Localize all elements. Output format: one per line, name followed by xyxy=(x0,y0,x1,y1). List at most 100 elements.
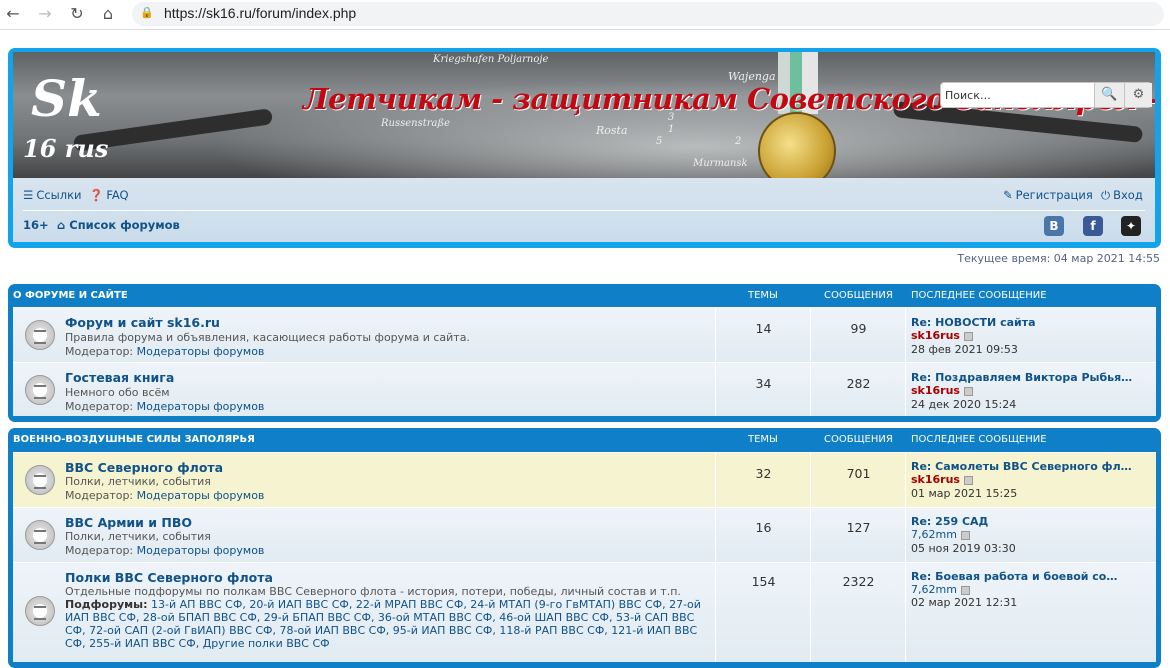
faq-label: FAQ xyxy=(106,188,129,202)
last-post-author[interactable]: sk16rus xyxy=(911,329,973,342)
last-post-link[interactable]: Re: Поздравляем Виктора Рыбья… xyxy=(911,371,1132,384)
map-label: 2 xyxy=(735,136,742,147)
subforums-label: Подфорумы: xyxy=(65,598,148,611)
mod-link[interactable]: Модераторы форумов xyxy=(137,544,265,557)
home-icon: ⌂ xyxy=(57,218,70,232)
forum-row: Гостевая книга Немного обо всём Модерато… xyxy=(13,362,1156,416)
forum-moderator: Модератор: Модераторы форумов xyxy=(65,544,264,557)
goto-post-icon[interactable] xyxy=(960,530,970,540)
goto-post-icon[interactable] xyxy=(960,585,970,595)
site-logo-sub[interactable]: 16 rus xyxy=(23,134,108,163)
search-box[interactable]: Поиск… 🔍 ⚙ xyxy=(940,82,1152,108)
topics-count: 32 xyxy=(755,466,772,481)
forum-title[interactable]: ВВС Армии и ПВО xyxy=(65,515,192,530)
register-link[interactable]: ✎ Регистрация xyxy=(1003,188,1093,202)
search-icon[interactable]: 🔍 xyxy=(1094,83,1124,107)
last-post-title[interactable]: Re: НОВОСТИ сайта xyxy=(911,316,1036,329)
author-link[interactable]: sk16rus xyxy=(911,329,960,342)
author-link[interactable]: sk16rus xyxy=(911,473,960,486)
last-post-link[interactable]: Re: 259 САД xyxy=(911,515,988,528)
age-rating: 16+ xyxy=(23,218,49,232)
vk-icon[interactable]: В xyxy=(1044,216,1064,236)
forum-read-icon xyxy=(25,520,55,550)
col-topics: Темы xyxy=(748,290,778,301)
mod-label: Модератор: xyxy=(65,489,134,502)
forum-row: Полки ВВС Северного флота Отдельные подф… xyxy=(13,562,1156,662)
goto-post-icon[interactable] xyxy=(963,475,973,485)
last-post-author[interactable]: sk16rus xyxy=(911,473,973,486)
forum-title[interactable]: Полки ВВС Северного флота xyxy=(65,570,273,585)
forum-moderator: Модератор: Модераторы форумов xyxy=(65,345,264,358)
col-last-post: Последнее сообщение xyxy=(911,290,1047,301)
category-title[interactable]: Военно-воздушные силы Заполярья xyxy=(13,434,255,445)
last-post-title[interactable]: Re: Боевая работа и боевой со… xyxy=(911,570,1117,583)
category-header: Военно-воздушные силы Заполярья Темы Соо… xyxy=(12,430,1157,448)
navbar: ☰ Ссылки ❓ FAQ ✎ Регистрация ⏻ Вход 16+ ⌂ Сп… xyxy=(13,178,1155,242)
lock-icon[interactable]: 🔒 xyxy=(140,6,154,19)
goto-post-icon[interactable] xyxy=(963,331,973,341)
last-post-title[interactable]: Re: 259 САД xyxy=(911,515,988,528)
forum-read-icon xyxy=(25,375,55,405)
faq-link[interactable]: ❓ FAQ xyxy=(89,188,129,202)
address-bar[interactable]: 🔒 https://sk16.ru/forum/index.php xyxy=(132,2,1164,26)
edit-icon: ✎ xyxy=(1003,188,1013,202)
last-post-link[interactable]: Re: Самолеты ВВС Северного фл… xyxy=(911,460,1132,473)
last-post-author[interactable]: 7,62mm xyxy=(911,528,970,541)
url-text[interactable]: https://sk16.ru/forum/index.php xyxy=(164,5,356,21)
breadcrumb-label: Список форумов xyxy=(69,218,180,232)
last-post-link[interactable]: Re: Боевая работа и боевой со… xyxy=(911,570,1117,583)
login-link[interactable]: ⏻ Вход xyxy=(1101,188,1143,203)
category-title[interactable]: О форуме и сайте xyxy=(13,290,128,301)
posts-count: 99 xyxy=(850,321,867,336)
posts-count: 282 xyxy=(846,376,871,391)
browser-toolbar: ← → ↻ ⌂ 🔒 https://sk16.ru/forum/index.ph… xyxy=(0,0,1170,30)
gear-icon[interactable]: ⚙ xyxy=(1124,83,1152,107)
forum-read-icon xyxy=(25,465,55,495)
help-icon: ❓ xyxy=(89,188,104,202)
forward-icon[interactable]: → xyxy=(34,4,56,24)
site-banner[interactable]: Kriegshafen Poljarnoje Wajenga Russenstr… xyxy=(13,52,1155,178)
mod-link[interactable]: Модераторы форумов xyxy=(137,400,265,413)
facebook-icon[interactable]: f xyxy=(1083,216,1103,236)
forum-title[interactable]: Форум и сайт sk16.ru xyxy=(65,315,220,330)
forum-title[interactable]: Гостевая книга xyxy=(65,370,174,385)
links-menu[interactable]: ☰ Ссылки xyxy=(23,188,82,202)
last-post-title[interactable]: Re: Поздравляем Виктора Рыбья… xyxy=(911,371,1132,384)
last-post-date: 24 дек 2020 15:24 xyxy=(911,398,1017,411)
site-logo[interactable]: Sk xyxy=(31,74,102,124)
home-icon[interactable]: ⌂ xyxy=(97,4,119,24)
posts-count: 127 xyxy=(846,520,871,535)
last-post-author[interactable]: sk16rus xyxy=(911,384,973,397)
topics-count: 16 xyxy=(755,520,772,535)
author-link[interactable]: 7,62mm xyxy=(911,528,957,541)
breadcrumb-forum-list[interactable]: ⌂ Список форумов xyxy=(57,218,180,232)
register-label: Регистрация xyxy=(1015,188,1093,202)
forum-desc: Правила форума и объявления, касающиеся … xyxy=(65,331,470,344)
author-link[interactable]: sk16rus xyxy=(911,384,960,397)
last-post-author[interactable]: 7,62mm xyxy=(911,583,970,596)
forum-row: Форум и сайт sk16.ru Правила форума и об… xyxy=(13,307,1156,362)
social-icon[interactable]: ✦ xyxy=(1121,216,1141,236)
last-post-date: 28 фев 2021 09:53 xyxy=(911,343,1018,356)
col-posts: Сообщения xyxy=(824,434,893,445)
forum-moderator: Модератор: Модераторы форумов xyxy=(65,400,264,413)
forum-title[interactable]: ВВС Северного флота xyxy=(65,460,223,475)
goto-post-icon[interactable] xyxy=(963,386,973,396)
reload-icon[interactable]: ↻ xyxy=(66,4,88,24)
current-time: Текущее время: 04 мар 2021 14:55 xyxy=(957,252,1160,265)
mod-link[interactable]: Модераторы форумов xyxy=(137,345,265,358)
forum-moderator: Модератор: Модераторы форумов xyxy=(65,489,264,502)
topics-count: 154 xyxy=(751,574,776,589)
author-link[interactable]: 7,62mm xyxy=(911,583,957,596)
forum-read-icon xyxy=(25,320,55,350)
search-input[interactable]: Поиск… xyxy=(945,89,991,102)
map-label: Rosta xyxy=(596,124,628,137)
mod-link[interactable]: Модераторы форумов xyxy=(137,489,265,502)
last-post-title[interactable]: Re: Самолеты ВВС Северного фл… xyxy=(911,460,1132,473)
topics-count: 14 xyxy=(755,321,772,336)
last-post-link[interactable]: Re: НОВОСТИ сайта xyxy=(911,316,1036,329)
subforum-links[interactable]: 13-й АП ВВС СФ, 20-й ИАП ВВС СФ, 22-й МР… xyxy=(65,598,701,650)
category-block: О форуме и сайте Темы Сообщения Последне… xyxy=(8,284,1161,422)
subforums-list[interactable]: Подфорумы: 13-й АП ВВС СФ, 20-й ИАП ВВС … xyxy=(65,598,715,650)
back-icon[interactable]: ← xyxy=(2,4,24,24)
